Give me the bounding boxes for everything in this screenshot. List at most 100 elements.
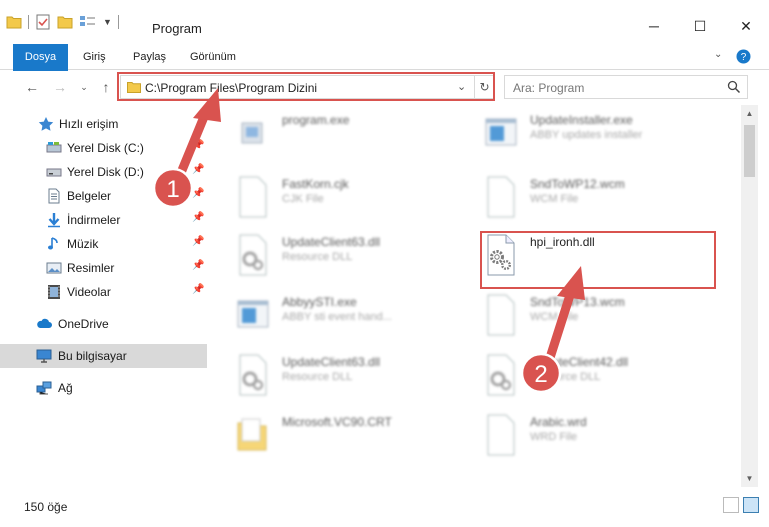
- file-type: Resource DLL: [282, 251, 353, 263]
- expand-ribbon-chevron-icon[interactable]: ⌄: [714, 49, 722, 60]
- folder-icon: [6, 16, 22, 29]
- forward-arrow-icon[interactable]: →: [50, 77, 70, 97]
- documents-icon: [48, 188, 60, 204]
- star-icon: [38, 117, 54, 131]
- view-options-icon[interactable]: [79, 15, 97, 29]
- pin-icon[interactable]: 📌: [192, 140, 204, 151]
- pin-icon[interactable]: 📌: [192, 188, 204, 199]
- list-item[interactable]: UpdateClient63.dll Resource DLL: [208, 347, 453, 405]
- close-button[interactable]: ✕: [723, 8, 769, 44]
- sidebar-item-local-disk-d[interactable]: Yerel Disk (D:) 📌: [0, 160, 207, 184]
- list-item[interactable]: SndToWP12.wcm WCM File: [456, 169, 701, 227]
- list-item[interactable]: program.exe: [208, 105, 453, 163]
- view-switcher: [723, 497, 759, 513]
- scrollbar-thumb[interactable]: [744, 125, 755, 177]
- sidebar-item-label: Bu bilgisayar: [58, 349, 127, 363]
- sidebar-item-label: İndirmeler: [67, 213, 121, 227]
- list-item[interactable]: UpdateInstaller.exe ABBY updates install…: [456, 105, 701, 163]
- help-icon[interactable]: ?: [736, 49, 751, 64]
- item-count: 150 öğe: [24, 500, 68, 514]
- target-file-highlight-box: [480, 231, 716, 289]
- file-name: UpdateClient63.dll: [282, 355, 381, 369]
- sidebar-item-this-pc[interactable]: Bu bilgisayar: [0, 344, 207, 368]
- sidebar-item-label: Belgeler: [67, 189, 112, 203]
- quick-access-toolbar: ▼: [6, 8, 119, 36]
- pin-icon[interactable]: 📌: [192, 164, 204, 175]
- file-type: Resource DLL: [530, 371, 601, 383]
- sidebar-item-local-disk-c[interactable]: Yerel Disk (C:) 📌: [0, 136, 207, 160]
- scroll-down-arrow-icon[interactable]: ▼: [741, 470, 758, 487]
- dll-gear-icon: [239, 354, 267, 396]
- sidebar-item-videos[interactable]: Videolar 📌: [0, 280, 207, 304]
- tab-home[interactable]: Giriş: [83, 44, 106, 70]
- download-icon: [48, 213, 60, 228]
- back-arrow-icon[interactable]: ←: [22, 77, 42, 97]
- window-title: Program: [152, 21, 202, 36]
- list-item[interactable]: UpdateClient63.dll Resource DLL: [208, 227, 453, 285]
- file-list: program.exe UpdateInstaller.exe ABBY upd…: [208, 105, 741, 487]
- list-item[interactable]: UpdateClient42.dll Resource DLL: [456, 347, 701, 405]
- network-icon: [36, 381, 52, 395]
- customize-toolbar-chevron-icon[interactable]: ▼: [103, 17, 112, 27]
- file-type: Resource DLL: [282, 371, 353, 383]
- toolbar-separator: [28, 15, 29, 29]
- videos-icon: [48, 285, 60, 299]
- list-item[interactable]: Microsoft.VC90.CRT: [208, 407, 453, 465]
- sidebar-item-label: Videolar: [67, 285, 111, 299]
- sidebar-item-music[interactable]: Müzik 📌: [0, 232, 207, 256]
- sidebar-item-pictures[interactable]: Resimler 📌: [0, 256, 207, 280]
- maximize-button[interactable]: ☐: [677, 8, 723, 44]
- large-icons-view-icon[interactable]: [743, 497, 759, 513]
- search-icon[interactable]: [727, 80, 741, 94]
- pictures-icon: [46, 262, 62, 274]
- folder-icon: [237, 418, 267, 451]
- address-highlight-box: [117, 72, 495, 101]
- details-view-icon[interactable]: [723, 497, 739, 513]
- tab-view[interactable]: Görünüm: [190, 44, 236, 70]
- sidebar-item-network[interactable]: Ağ: [0, 376, 207, 400]
- status-bar: 150 öğe: [0, 490, 769, 522]
- sidebar-item-documents[interactable]: Belgeler 📌: [0, 184, 207, 208]
- list-item[interactable]: SndToWP13.wcm WCM File: [456, 287, 701, 345]
- pin-icon[interactable]: 📌: [192, 260, 204, 271]
- sidebar-item-label: Yerel Disk (D:): [67, 165, 144, 179]
- app-window-icon: [237, 300, 269, 328]
- sidebar-item-quick-access[interactable]: Hızlı erişim: [0, 112, 207, 136]
- sidebar-item-label: Resimler: [67, 261, 115, 275]
- pin-icon[interactable]: 📌: [192, 212, 204, 223]
- search-box[interactable]: Ara: Program: [504, 75, 748, 99]
- up-arrow-icon[interactable]: ↑: [96, 77, 116, 97]
- navigation-bar: ← → ⌄ ↑ C:\Program Files\Program Dizini …: [0, 71, 769, 103]
- svg-text:?: ?: [741, 52, 747, 63]
- sidebar-item-label: Müzik: [67, 237, 99, 251]
- app-window-icon: [485, 118, 517, 146]
- minimize-button[interactable]: ─: [631, 8, 677, 44]
- sidebar-item-label: Ağ: [58, 381, 73, 395]
- recent-locations-chevron-icon[interactable]: ⌄: [74, 77, 94, 97]
- sidebar-item-label: Hızlı erişim: [59, 117, 119, 131]
- window-controls: ─ ☐ ✕: [631, 8, 769, 44]
- sidebar-item-downloads[interactable]: İndirmeler 📌: [0, 208, 207, 232]
- tab-share[interactable]: Paylaş: [133, 44, 166, 70]
- music-icon: [48, 237, 58, 250]
- file-type: CJK File: [282, 193, 324, 205]
- file-name: UpdateClient42.dll: [530, 355, 629, 369]
- file-name: SndToWP13.wcm: [530, 295, 625, 309]
- sidebar-item-label: OneDrive: [58, 317, 109, 331]
- file-name: program.exe: [282, 113, 350, 127]
- scroll-up-arrow-icon[interactable]: ▲: [741, 105, 758, 122]
- blank-file-icon: [487, 414, 515, 456]
- file-name: Arabic.wrd: [530, 415, 587, 429]
- sidebar-item-onedrive[interactable]: OneDrive: [0, 312, 207, 336]
- file-type: WCM File: [530, 311, 579, 323]
- pin-icon[interactable]: 📌: [192, 284, 204, 295]
- new-folder-icon[interactable]: [57, 15, 73, 29]
- pin-icon[interactable]: 📌: [192, 236, 204, 247]
- vertical-scrollbar[interactable]: ▲ ▼: [741, 105, 758, 487]
- sidebar-item-label: Yerel Disk (C:): [67, 141, 144, 155]
- file-type: WCM File: [530, 193, 579, 205]
- list-item[interactable]: FastKorn.cjk CJK File: [208, 169, 453, 227]
- list-item[interactable]: Arabic.wrd WRD File: [456, 407, 701, 465]
- list-item[interactable]: AbbyySTI.exe ABBY sti event hand...: [208, 287, 453, 345]
- properties-icon[interactable]: [35, 14, 51, 30]
